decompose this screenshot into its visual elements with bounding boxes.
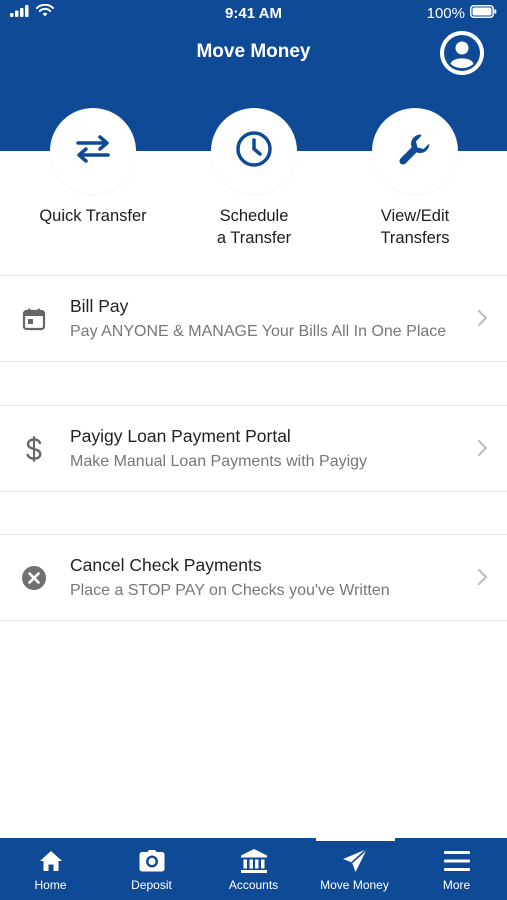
home-icon xyxy=(0,848,101,874)
tab-move-money[interactable]: Move Money xyxy=(304,838,405,900)
divider xyxy=(0,620,507,621)
view-edit-transfers-button[interactable]: View/Edit Transfers xyxy=(335,108,495,249)
chevron-right-icon xyxy=(474,567,490,587)
clock-icon xyxy=(235,130,273,173)
quick-transfer-circle xyxy=(50,108,136,194)
view-edit-transfers-circle xyxy=(372,108,458,194)
tab-label: Move Money xyxy=(320,878,389,892)
divider xyxy=(0,491,507,492)
tab-accounts[interactable]: Accounts xyxy=(203,838,304,900)
transfer-arrows-icon xyxy=(74,134,112,169)
schedule-transfer-label: Schedule a Transfer xyxy=(174,205,334,249)
tab-home[interactable]: Home xyxy=(0,838,101,900)
chevron-right-icon xyxy=(474,308,490,328)
menu-item-subtitle: Place a STOP PAY on Checks you've Writte… xyxy=(70,582,390,599)
quick-transfer-label: Quick Transfer xyxy=(13,205,173,227)
menu-item-title: Bill Pay xyxy=(70,296,129,316)
battery-icon xyxy=(470,5,497,22)
camera-icon xyxy=(101,848,202,874)
profile-button[interactable] xyxy=(440,31,484,75)
calendar-icon xyxy=(20,305,48,333)
view-edit-transfers-label: View/Edit Transfers xyxy=(335,205,495,249)
wrench-icon xyxy=(395,129,435,174)
tab-label: Deposit xyxy=(131,878,172,892)
tab-label: Accounts xyxy=(228,878,279,892)
schedule-transfer-label-line2: a Transfer xyxy=(216,229,292,247)
view-edit-transfers-label-line2: Transfers xyxy=(380,229,450,247)
menu-item-title: Cancel Check Payments xyxy=(70,555,262,575)
status-bar: 9:41 AM 100% xyxy=(0,0,507,28)
quick-transfer-label-line1: Quick Transfer xyxy=(39,207,147,225)
schedule-transfer-label-line1: Schedule xyxy=(219,207,289,225)
divider xyxy=(0,361,507,362)
bank-icon xyxy=(203,848,304,874)
dollar-icon xyxy=(20,435,48,463)
page-title: Move Money xyxy=(196,41,311,62)
view-edit-transfers-label-line1: View/Edit xyxy=(380,207,450,225)
menu-item-cancel-check-payments[interactable]: Cancel Check Payments Place a STOP PAY o… xyxy=(0,535,507,621)
cancel-circle-icon xyxy=(20,564,48,592)
schedule-transfer-circle xyxy=(211,108,297,194)
chevron-right-icon xyxy=(474,438,490,458)
menu-item-subtitle: Pay ANYONE & MANAGE Your Bills All In On… xyxy=(70,323,447,340)
hamburger-icon xyxy=(406,848,507,874)
tab-deposit[interactable]: Deposit xyxy=(101,838,202,900)
tab-label: Home xyxy=(34,878,67,892)
menu-item-subtitle: Make Manual Loan Payments with Payigy xyxy=(70,453,368,470)
menu-item-title: Payigy Loan Payment Portal xyxy=(70,426,291,446)
battery-percent: 100% xyxy=(426,5,465,22)
menu-item-payigy-loan-portal[interactable]: Payigy Loan Payment Portal Make Manual L… xyxy=(0,406,507,492)
paper-plane-icon xyxy=(304,848,405,874)
tab-label: More xyxy=(442,878,471,892)
schedule-transfer-button[interactable]: Schedule a Transfer xyxy=(174,108,334,249)
status-right: 100% xyxy=(427,5,497,22)
menu-item-bill-pay[interactable]: Bill Pay Pay ANYONE & MANAGE Your Bills … xyxy=(0,276,507,362)
quick-transfer-button[interactable]: Quick Transfer xyxy=(13,108,173,227)
tab-more[interactable]: More xyxy=(406,838,507,900)
